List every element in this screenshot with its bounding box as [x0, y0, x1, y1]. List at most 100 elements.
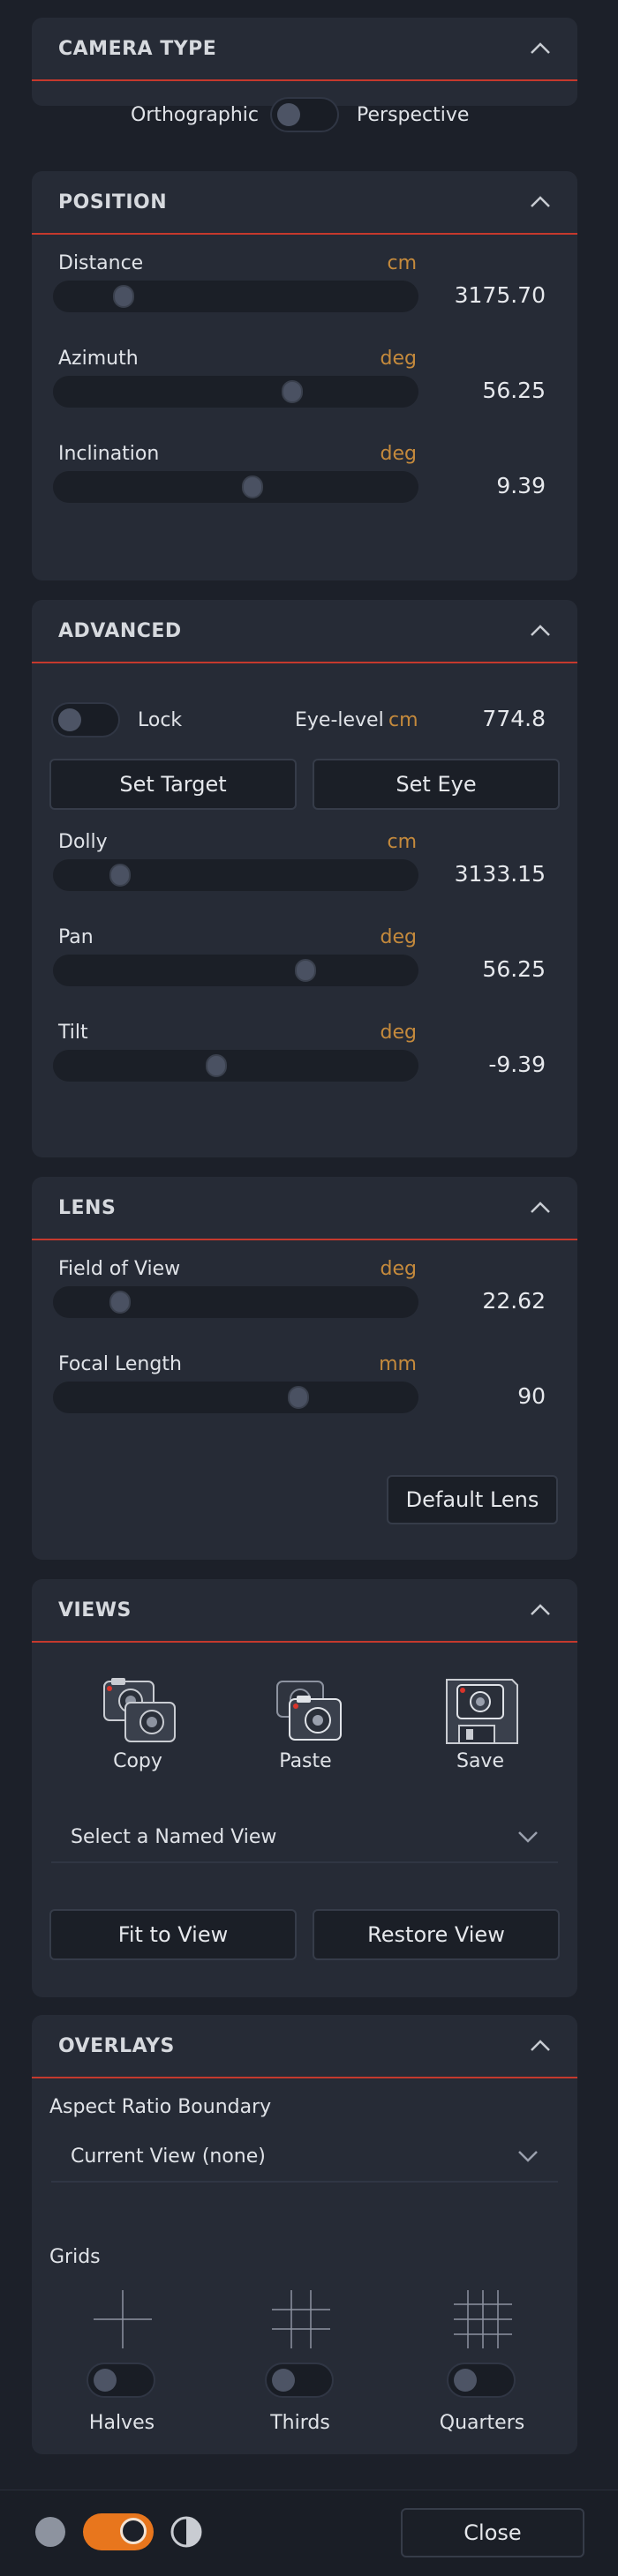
- slider-track[interactable]: [53, 281, 418, 312]
- save-floppy-camera-icon: [446, 1679, 518, 1744]
- slider-unit: deg: [380, 443, 417, 465]
- slider-unit: cm: [387, 831, 417, 853]
- slider-unit: deg: [380, 926, 417, 948]
- slider-value: 9.39: [496, 473, 546, 498]
- lock-toggle[interactable]: [51, 702, 120, 738]
- advanced-panel: ADVANCED Lock Eye-level cm 774.8 Set Tar…: [32, 600, 577, 1157]
- slider-thumb[interactable]: [109, 864, 132, 887]
- set-target-button[interactable]: Set Target: [49, 759, 297, 810]
- named-view-select-value: Select a Named View: [71, 1825, 277, 1848]
- slider-label: Dolly: [58, 831, 108, 853]
- panel-title: VIEWS: [58, 1599, 132, 1621]
- lock-label: Lock: [138, 709, 183, 731]
- slider-track[interactable]: [53, 859, 418, 891]
- chevron-up-icon[interactable]: [530, 196, 551, 208]
- halves-label: Halves: [88, 2412, 155, 2434]
- eye-level-unit: cm: [388, 709, 418, 731]
- quarters-toggle[interactable]: [447, 2363, 516, 2398]
- slider-thumb[interactable]: [109, 1291, 132, 1314]
- chevron-down-icon: [518, 1831, 538, 1843]
- aspect-ratio-label: Aspect Ratio Boundary: [49, 2096, 272, 2118]
- slider-label: Pan: [58, 926, 94, 948]
- halves-toggle[interactable]: [87, 2363, 155, 2398]
- restore-view-button[interactable]: Restore View: [313, 1909, 560, 1960]
- slider-value: 22.62: [482, 1288, 546, 1314]
- halves-grid-icon: [94, 2290, 152, 2348]
- slider-label: Tilt: [58, 1022, 88, 1044]
- quarters-label: Quarters: [439, 2412, 525, 2434]
- perspective-label: Perspective: [357, 104, 470, 126]
- copy-view-button[interactable]: Copy: [85, 1676, 191, 1773]
- copy-camera-icon: [103, 1678, 176, 1742]
- slider-track[interactable]: [53, 1286, 418, 1318]
- views-panel: VIEWS Copy Paste Save Select a Named Vie…: [32, 1579, 577, 1997]
- advanced-header[interactable]: ADVANCED: [32, 600, 577, 663]
- quarters-grid-icon: [454, 2290, 512, 2348]
- slider-track[interactable]: [53, 376, 418, 408]
- toggle-knob: [94, 2369, 117, 2392]
- slider-label: Distance: [58, 252, 144, 274]
- chevron-up-icon[interactable]: [530, 1604, 551, 1616]
- panel-title: CAMERA TYPE: [58, 37, 217, 60]
- paste-view-button[interactable]: Paste: [252, 1676, 358, 1773]
- toggle-knob: [120, 2518, 147, 2544]
- slider-track[interactable]: [53, 471, 418, 503]
- overlays-header[interactable]: OVERLAYS: [32, 2015, 577, 2078]
- chevron-up-icon[interactable]: [530, 42, 551, 55]
- aspect-ratio-select[interactable]: Current View (none): [51, 2131, 558, 2183]
- paste-label: Paste: [279, 1750, 332, 1772]
- chevron-up-icon[interactable]: [530, 625, 551, 637]
- slider-unit: mm: [379, 1353, 417, 1375]
- slider-thumb[interactable]: [281, 380, 303, 403]
- toggle-knob: [272, 2369, 295, 2392]
- dark-theme-icon[interactable]: [35, 2517, 65, 2547]
- slider-unit: deg: [380, 1258, 417, 1280]
- fit-to-view-button[interactable]: Fit to View: [49, 1909, 297, 1960]
- eye-level-label: Eye-level: [295, 709, 384, 731]
- contrast-icon[interactable]: [170, 2515, 203, 2549]
- slider-track[interactable]: [53, 955, 418, 986]
- slider-value: 3175.70: [454, 282, 546, 308]
- slider-track[interactable]: [53, 1382, 418, 1413]
- set-eye-button[interactable]: Set Eye: [313, 759, 560, 810]
- toggle-knob: [454, 2369, 477, 2392]
- named-view-select[interactable]: Select a Named View: [51, 1812, 558, 1863]
- slider-thumb[interactable]: [294, 959, 316, 982]
- camera-type-header[interactable]: CAMERA TYPE: [32, 18, 577, 81]
- default-lens-button[interactable]: Default Lens: [387, 1475, 558, 1524]
- chevron-up-icon[interactable]: [530, 1202, 551, 1214]
- aspect-ratio-select-value: Current View (none): [71, 2145, 266, 2168]
- slider-thumb[interactable]: [241, 476, 263, 498]
- slider-label: Focal Length: [58, 1353, 182, 1375]
- thirds-toggle[interactable]: [265, 2363, 334, 2398]
- panel-title: LENS: [58, 1196, 117, 1219]
- slider-unit: cm: [387, 252, 417, 274]
- slider-label: Inclination: [58, 443, 160, 465]
- slider-label: Azimuth: [58, 348, 139, 370]
- slider-track[interactable]: [53, 1050, 418, 1082]
- slider-thumb[interactable]: [288, 1386, 310, 1409]
- camera-type-toggle[interactable]: [270, 97, 339, 132]
- slider-value: 56.25: [482, 378, 546, 403]
- slider-thumb[interactable]: [112, 285, 134, 308]
- panel-title: POSITION: [58, 191, 168, 213]
- panel-title: OVERLAYS: [58, 2034, 175, 2057]
- slider-unit: deg: [380, 1022, 417, 1044]
- copy-label: Copy: [113, 1750, 162, 1772]
- close-button[interactable]: Close: [401, 2508, 584, 2557]
- position-header[interactable]: POSITION: [32, 171, 577, 235]
- views-header[interactable]: VIEWS: [32, 1579, 577, 1643]
- save-view-button[interactable]: Save: [427, 1676, 533, 1773]
- camera-type-panel: CAMERA TYPE Orthographic Perspective: [32, 18, 577, 132]
- slider-value: 3133.15: [454, 861, 546, 887]
- orthographic-label: Orthographic: [131, 104, 259, 126]
- panel-title: ADVANCED: [58, 619, 182, 642]
- position-panel: POSITION Distance cm 3175.70 Azimuth deg 56.2…: [32, 171, 577, 580]
- chevron-up-icon[interactable]: [530, 2040, 551, 2052]
- slider-value: 56.25: [482, 956, 546, 982]
- theme-toggle[interactable]: [83, 2513, 154, 2550]
- grids-label: Grids: [49, 2246, 101, 2268]
- lens-header[interactable]: LENS: [32, 1177, 577, 1240]
- slider-thumb[interactable]: [205, 1054, 227, 1077]
- slider-value: -9.39: [488, 1052, 546, 1077]
